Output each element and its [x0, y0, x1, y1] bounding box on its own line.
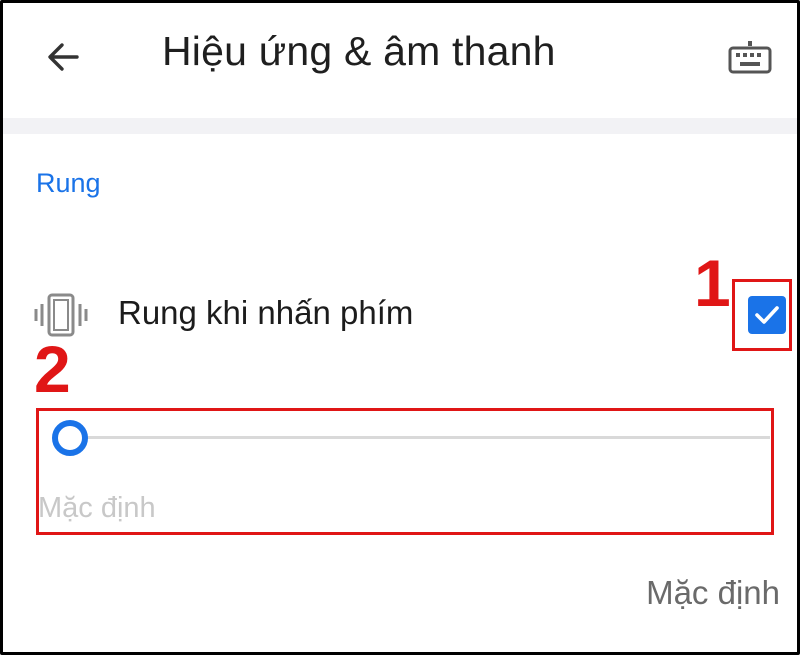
slider-thumb[interactable] — [52, 420, 88, 456]
annotation-number-2: 2 — [34, 332, 71, 406]
vibrate-on-keypress-label: Rung khi nhấn phím — [118, 294, 414, 331]
vibrate-on-keypress-row[interactable]: Rung khi nhấn phím — [0, 270, 800, 360]
back-button[interactable] — [36, 30, 90, 84]
annotation-box-1 — [732, 279, 792, 351]
slider-value-caption: Mặc định — [38, 492, 156, 524]
annotation-number-1: 1 — [694, 246, 731, 320]
vibration-strength-slider[interactable] — [52, 418, 770, 458]
reset-default-button[interactable]: Mặc định — [646, 574, 780, 612]
page-title: Hiệu ứng & âm thanh — [162, 28, 556, 74]
slider-track — [72, 436, 770, 439]
arrow-left-icon — [48, 43, 79, 71]
keyboard-icon — [728, 41, 772, 74]
app-bar: Hiệu ứng & âm thanh — [0, 0, 800, 118]
section-title: Rung — [36, 168, 101, 198]
section-divider — [0, 118, 800, 134]
keyboard-button[interactable] — [722, 32, 778, 82]
